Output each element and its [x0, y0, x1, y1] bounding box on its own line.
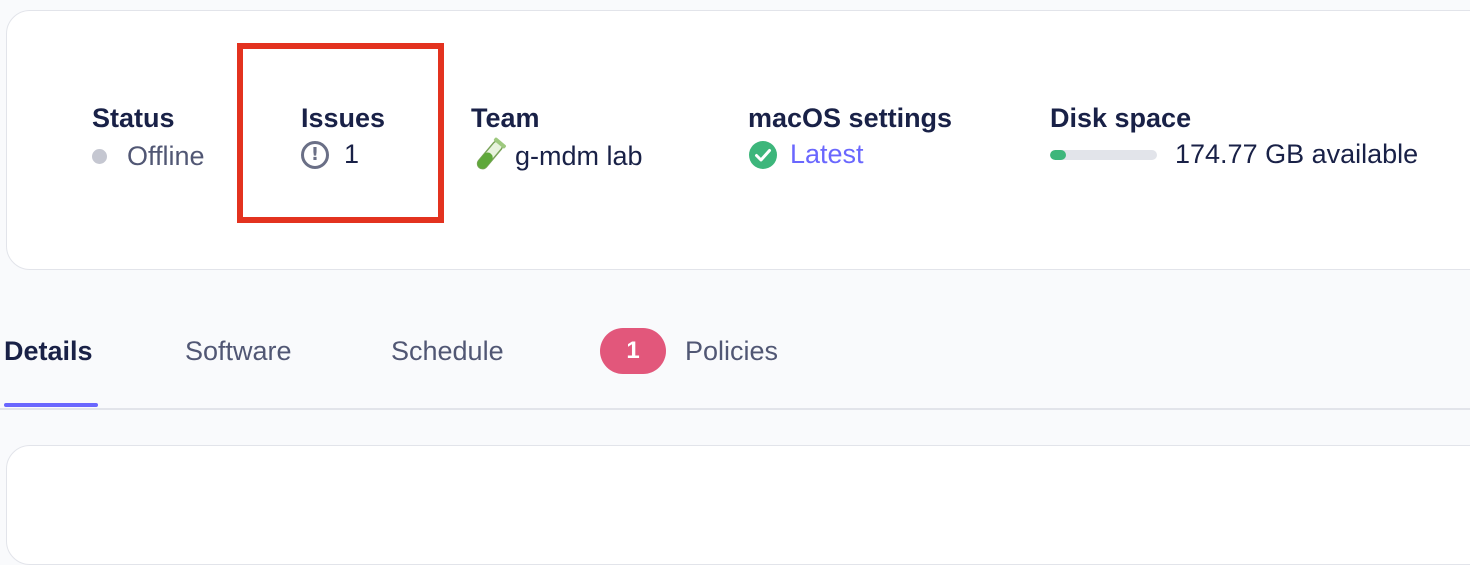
tab-policies-label: Policies [685, 335, 779, 366]
tab-details[interactable]: Details [4, 336, 93, 367]
issues-highlight-box [237, 43, 444, 223]
tab-active-indicator [4, 403, 98, 407]
disk-space-text: 174.77 GB available [1175, 139, 1419, 169]
macos-settings-label: macOS settings [748, 103, 953, 133]
disk-space-label: Disk space [1050, 103, 1192, 133]
team-label: Team [471, 103, 540, 133]
host-summary-card: Status Offline Issues ! 1 Team g-mdm lab [6, 10, 1470, 270]
host-tabs: Details Software Schedule 1 Policies [0, 318, 1470, 410]
macos-settings-latest-link[interactable]: Latest [790, 139, 864, 170]
tabs-divider [0, 408, 1470, 410]
tab-schedule[interactable]: Schedule [391, 336, 504, 367]
team-name: g-mdm lab [515, 140, 643, 171]
tab-software-label: Software [185, 336, 292, 366]
status-dot-icon [92, 149, 107, 164]
disk-space-value: 174.77 GB available [1050, 139, 1418, 170]
tab-schedule-label: Schedule [391, 336, 504, 366]
test-tube-icon [476, 137, 506, 170]
tab-details-label: Details [4, 336, 93, 366]
disk-space-bar-fill [1050, 149, 1067, 160]
details-card [6, 445, 1470, 565]
status-label: Status [92, 103, 175, 133]
team-value: g-mdm lab [471, 137, 643, 175]
status-value: Offline [92, 141, 205, 172]
macos-settings-value[interactable]: Latest [748, 139, 864, 170]
policies-count-badge: 1 [600, 328, 666, 374]
status-text: Offline [127, 141, 205, 171]
check-circle-icon [749, 140, 777, 169]
tab-policies[interactable]: 1 Policies [600, 328, 778, 374]
disk-space-bar [1050, 149, 1157, 160]
tab-software[interactable]: Software [185, 336, 292, 367]
